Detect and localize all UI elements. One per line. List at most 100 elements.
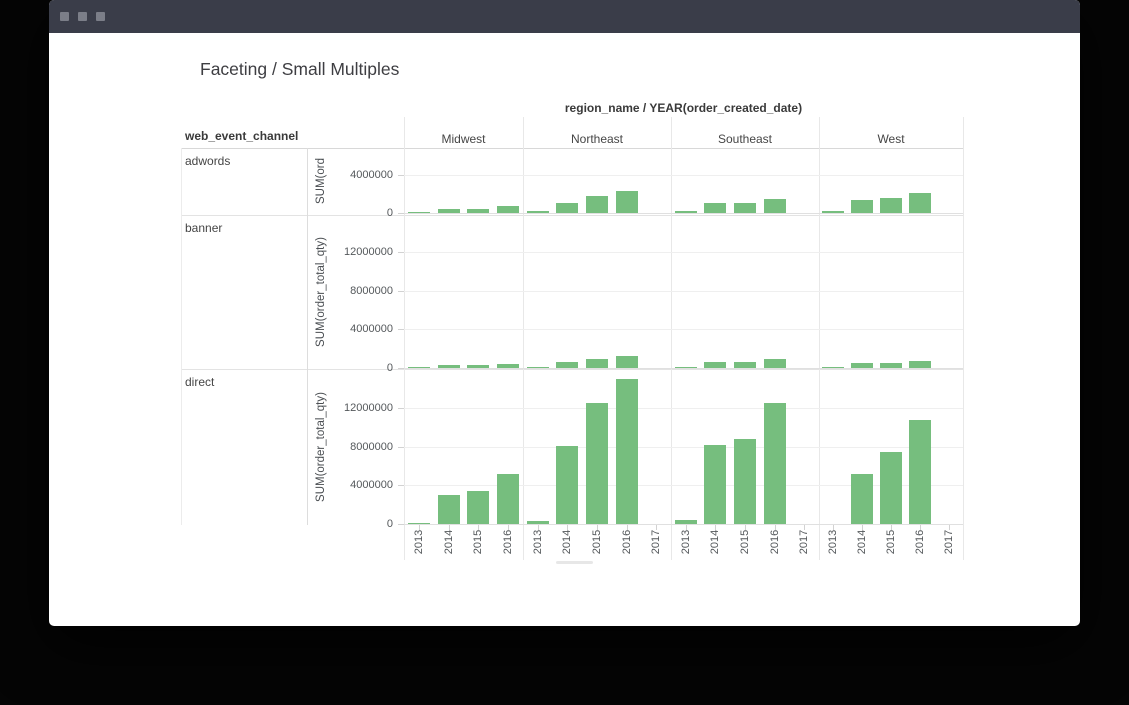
bar-adwords-Midwest-2014[interactable] <box>438 209 460 213</box>
bar-adwords-West-2013[interactable] <box>822 211 844 213</box>
bar-direct-Southeast-2014[interactable] <box>704 445 726 524</box>
bar-direct-Midwest-2014[interactable] <box>438 495 460 524</box>
bar-banner-West-2013[interactable] <box>822 367 844 368</box>
bar-direct-West-2015[interactable] <box>880 452 902 524</box>
x-axis-line <box>404 213 963 214</box>
y-tick-label: 0 <box>323 362 393 374</box>
bar-adwords-Northeast-2016[interactable] <box>616 191 638 213</box>
window-dot-icon[interactable] <box>96 12 105 21</box>
bar-adwords-Southeast-2013[interactable] <box>675 211 697 213</box>
x-tick-label: 2015 <box>472 530 484 554</box>
y-tick-label: 4000000 <box>323 323 393 335</box>
bar-banner-West-2015[interactable] <box>880 363 902 368</box>
x-tick-label: 2013 <box>827 530 839 554</box>
bar-banner-Midwest-2016[interactable] <box>497 364 519 368</box>
horizontal-scrollbar-thumb[interactable] <box>556 561 593 564</box>
x-tick-label: 2013 <box>532 530 544 554</box>
row-separator <box>181 215 963 216</box>
y-tick-mark <box>398 291 404 292</box>
x-tick-label: 2014 <box>856 530 868 554</box>
y-gridline <box>404 408 963 409</box>
bar-adwords-Northeast-2014[interactable] <box>556 203 578 213</box>
y-tick-label: 12000000 <box>323 402 393 414</box>
y-gridline <box>404 252 963 253</box>
y-tick-label: 12000000 <box>323 246 393 258</box>
bar-adwords-Midwest-2016[interactable] <box>497 206 519 213</box>
bar-banner-West-2014[interactable] <box>851 363 873 368</box>
y-tick-mark <box>398 408 404 409</box>
bar-banner-Northeast-2016[interactable] <box>616 356 638 368</box>
facet-column-label: West <box>819 132 963 146</box>
y-tick-label: 0 <box>323 207 393 219</box>
bar-banner-Southeast-2013[interactable] <box>675 367 697 368</box>
bar-adwords-Midwest-2013[interactable] <box>408 212 430 213</box>
facet-row-group-title: web_event_channel <box>185 129 298 143</box>
x-tick-label: 2014 <box>709 530 721 554</box>
row-separator <box>181 369 963 370</box>
app-window: Faceting / Small Multiples region_name /… <box>49 0 1080 626</box>
bar-direct-Northeast-2013[interactable] <box>527 521 549 524</box>
bar-adwords-Southeast-2014[interactable] <box>704 203 726 213</box>
bar-direct-Midwest-2015[interactable] <box>467 491 489 524</box>
bar-adwords-Northeast-2013[interactable] <box>527 211 549 213</box>
bar-banner-Southeast-2015[interactable] <box>734 362 756 368</box>
bar-direct-Southeast-2016[interactable] <box>764 403 786 524</box>
window-dot-icon[interactable] <box>60 12 69 21</box>
x-tick-label: 2015 <box>591 530 603 554</box>
chart-header-underline <box>181 148 963 149</box>
y-tick-label: 0 <box>323 518 393 530</box>
bar-direct-Northeast-2014[interactable] <box>556 446 578 524</box>
bar-direct-Southeast-2013[interactable] <box>675 520 697 524</box>
bar-banner-Northeast-2014[interactable] <box>556 362 578 368</box>
x-tick-label: 2016 <box>502 530 514 554</box>
x-axis-line <box>404 368 963 369</box>
bar-adwords-West-2016[interactable] <box>909 193 931 213</box>
facet-row-label: direct <box>185 375 214 389</box>
bar-direct-Midwest-2013[interactable] <box>408 523 430 524</box>
bar-banner-Southeast-2014[interactable] <box>704 362 726 368</box>
bar-direct-West-2014[interactable] <box>851 474 873 524</box>
bar-direct-West-2016[interactable] <box>909 420 931 524</box>
y-gridline <box>404 291 963 292</box>
bar-banner-West-2016[interactable] <box>909 361 931 368</box>
x-tick-label: 2014 <box>561 530 573 554</box>
bar-adwords-Northeast-2015[interactable] <box>586 196 608 213</box>
window-dot-icon[interactable] <box>78 12 87 21</box>
y-tick-label: 4000000 <box>323 479 393 491</box>
x-tick-label: 2017 <box>650 530 662 554</box>
y-tick-mark <box>398 447 404 448</box>
bar-banner-Midwest-2014[interactable] <box>438 365 460 368</box>
x-tick-label: 2017 <box>943 530 955 554</box>
x-tick-label: 2013 <box>413 530 425 554</box>
bar-banner-Northeast-2015[interactable] <box>586 359 608 368</box>
facet-border <box>819 117 820 560</box>
bar-adwords-Southeast-2015[interactable] <box>734 203 756 213</box>
facet-border <box>671 117 672 560</box>
facet-border <box>963 117 964 560</box>
bar-banner-Midwest-2013[interactable] <box>408 367 430 368</box>
bar-banner-Midwest-2015[interactable] <box>467 365 489 368</box>
y-tick-mark <box>398 175 404 176</box>
x-tick-label: 2014 <box>443 530 455 554</box>
label-column-left-border <box>181 148 182 525</box>
facet-column-label: Southeast <box>671 132 819 146</box>
bar-direct-Midwest-2016[interactable] <box>497 474 519 524</box>
x-tick-label: 2015 <box>885 530 897 554</box>
facet-row-label: adwords <box>185 154 230 168</box>
bar-adwords-Midwest-2015[interactable] <box>467 209 489 213</box>
y-tick-label: 4000000 <box>323 169 393 181</box>
bar-direct-Northeast-2016[interactable] <box>616 379 638 524</box>
bar-banner-Southeast-2016[interactable] <box>764 359 786 368</box>
x-axis-line <box>404 524 963 525</box>
bar-direct-Northeast-2015[interactable] <box>586 403 608 524</box>
bar-adwords-Southeast-2016[interactable] <box>764 199 786 213</box>
facet-column-label: Northeast <box>523 132 671 146</box>
x-tick-label: 2015 <box>739 530 751 554</box>
x-tick-label: 2016 <box>769 530 781 554</box>
x-tick-label: 2013 <box>680 530 692 554</box>
page-title: Faceting / Small Multiples <box>200 59 399 80</box>
bar-adwords-West-2015[interactable] <box>880 198 902 213</box>
bar-direct-Southeast-2015[interactable] <box>734 439 756 524</box>
bar-banner-Northeast-2013[interactable] <box>527 367 549 368</box>
bar-adwords-West-2014[interactable] <box>851 200 873 213</box>
